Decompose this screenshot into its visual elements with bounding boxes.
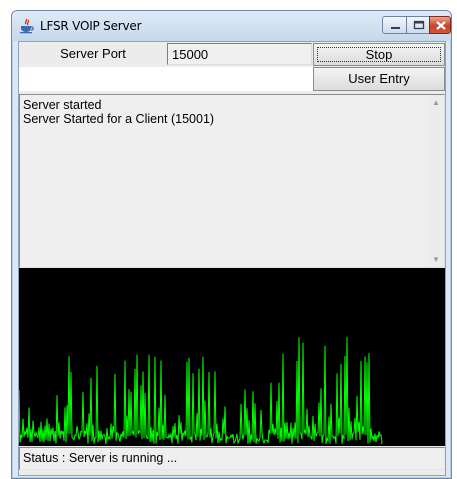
- focus-ring: [317, 47, 441, 62]
- minimize-button[interactable]: [382, 16, 407, 34]
- maximize-button[interactable]: [406, 16, 430, 34]
- log-scrollbar[interactable]: ▲ ▼: [428, 95, 444, 267]
- app-window: LFSR VOIP Server Server Port Stop User E…: [11, 10, 452, 479]
- waveform-display: [18, 268, 445, 446]
- close-button[interactable]: [429, 16, 451, 34]
- stop-button[interactable]: Stop: [313, 43, 445, 66]
- scroll-down-arrow-icon[interactable]: ▼: [432, 255, 440, 264]
- waveform-line: [18, 336, 383, 445]
- log-line: Server Started for a Client (15001): [23, 112, 215, 126]
- java-cup-icon: [19, 18, 35, 34]
- empty-panel: [19, 67, 313, 91]
- status-bar: Status : Server is running ...: [19, 447, 445, 470]
- client-area: Server Port Stop User Entry Server start…: [18, 41, 446, 476]
- scroll-up-arrow-icon[interactable]: ▲: [432, 98, 440, 107]
- log-line: Server started: [23, 98, 102, 112]
- window-title: LFSR VOIP Server: [40, 19, 142, 33]
- waveform-svg: [18, 336, 383, 445]
- server-port-input[interactable]: [167, 43, 312, 65]
- server-port-label: Server Port: [60, 46, 126, 61]
- user-entry-button[interactable]: User Entry: [313, 67, 445, 91]
- log-textarea[interactable]: Server started Server Started for a Clie…: [19, 94, 445, 268]
- title-bar[interactable]: LFSR VOIP Server: [12, 11, 451, 41]
